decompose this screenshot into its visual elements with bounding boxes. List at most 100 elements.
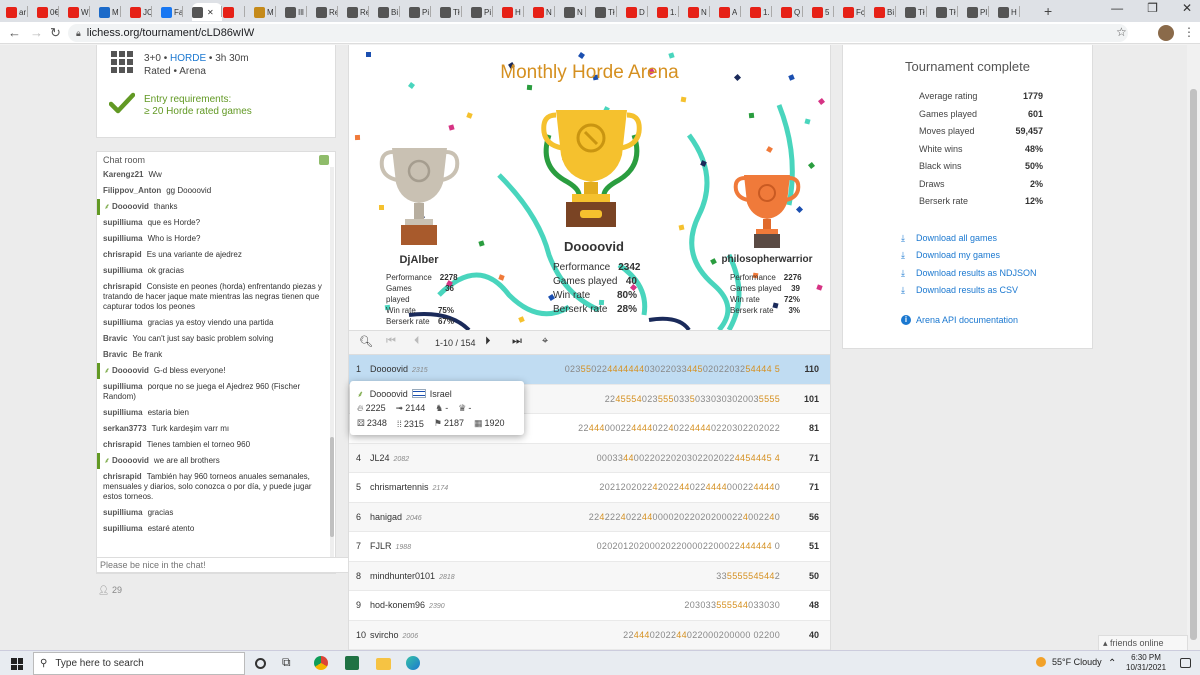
- chat-username[interactable]: supilliuma: [103, 266, 143, 275]
- browser-tab[interactable]: D: [626, 3, 648, 21]
- chat-username[interactable]: chrisrapid: [103, 250, 142, 259]
- browser-tab[interactable]: Tł: [440, 3, 462, 21]
- chat-toggle[interactable]: [319, 155, 329, 165]
- cortana-icon[interactable]: [255, 658, 266, 669]
- browser-tab[interactable]: N: [688, 3, 710, 21]
- my-position-icon[interactable]: ⌖: [542, 335, 548, 348]
- variant-link[interactable]: HORDE: [170, 53, 206, 64]
- back-icon[interactable]: ←: [8, 25, 21, 40]
- chat-username[interactable]: supilliuma: [103, 318, 143, 327]
- chat-username[interactable]: Doooovid: [112, 202, 149, 211]
- reload-icon[interactable]: ↻: [50, 25, 61, 41]
- page-scrollbar[interactable]: [1187, 45, 1200, 650]
- browser-tab[interactable]: Fc: [843, 3, 865, 21]
- download-link[interactable]: ⤓ Download all games: [901, 230, 1037, 247]
- chat-username[interactable]: Doooovid: [112, 366, 149, 375]
- chat-username[interactable]: Filippov_Anton: [103, 186, 161, 195]
- chat-username[interactable]: Doooovid: [112, 456, 149, 465]
- standings-row[interactable]: 5 chrismartennis 2174 202120202242022440224…: [349, 473, 830, 503]
- row-player[interactable]: JL24 2082: [370, 453, 409, 463]
- chat-username[interactable]: supilliuma: [103, 408, 143, 417]
- browser-tab[interactable]: Bi: [378, 3, 400, 21]
- browser-tab[interactable]: W: [68, 3, 90, 21]
- browser-tab[interactable]: Tł: [936, 3, 958, 21]
- last-page-icon[interactable]: ⏭︎: [512, 335, 522, 348]
- browser-tab[interactable]: Tł: [905, 3, 927, 21]
- minimize-icon[interactable]: —: [1111, 1, 1123, 15]
- player-name[interactable]: hanigad: [370, 512, 402, 522]
- first-page-icon[interactable]: ⏮︎: [386, 335, 396, 348]
- player-name[interactable]: JL24: [370, 453, 390, 463]
- browser-tab[interactable]: [223, 3, 245, 21]
- browser-tab[interactable]: Pi: [471, 3, 493, 21]
- browser-tab[interactable]: 5: [812, 3, 834, 21]
- browser-tab[interactable]: JC: [130, 3, 152, 21]
- browser-tab[interactable]: A: [719, 3, 741, 21]
- browser-tab[interactable]: 0€: [37, 3, 59, 21]
- weather-widget[interactable]: 55°F Cloudy: [1036, 657, 1102, 667]
- chat-input[interactable]: [96, 557, 350, 573]
- windows-start-icon[interactable]: [11, 658, 23, 670]
- chat-username[interactable]: supilliuma: [103, 382, 143, 391]
- file-explorer-icon[interactable]: [376, 658, 391, 670]
- browser-tab[interactable]: Tł: [595, 3, 617, 21]
- row-player[interactable]: mindhunter0101 2818: [370, 571, 455, 581]
- browser-tab[interactable]: M: [99, 3, 121, 21]
- standings-row[interactable]: 7 FJLR 1988 0202012020002022000022000224444…: [349, 532, 830, 562]
- browser-tab[interactable]: Bi: [874, 3, 896, 21]
- next-page-icon[interactable]: ⏵︎: [485, 335, 491, 348]
- download-link[interactable]: ⤓ Download my games: [901, 247, 1037, 264]
- browser-tab[interactable]: N: [564, 3, 586, 21]
- close-window-icon[interactable]: ✕: [1182, 1, 1192, 15]
- browser-tab[interactable]: Pi: [409, 3, 431, 21]
- chat-username[interactable]: supilliuma: [103, 234, 143, 243]
- third-place-name[interactable]: philosopherwarrior: [712, 254, 822, 265]
- player-name[interactable]: chrismartennis: [370, 482, 429, 492]
- browser-tab[interactable]: Pl: [967, 3, 989, 21]
- excel-icon[interactable]: [345, 656, 359, 670]
- browser-tab[interactable]: H: [998, 3, 1020, 21]
- chat-username[interactable]: Bravic: [103, 334, 127, 343]
- player-name[interactable]: Doooovid: [370, 364, 408, 374]
- chat-scrollbar[interactable]: [330, 167, 334, 572]
- bookmark-star-icon[interactable]: ☆: [1116, 25, 1127, 39]
- download-link[interactable]: ⤓ Download results as CSV: [901, 282, 1037, 299]
- standings-row[interactable]: 9 hod-konem96 2390 203033555544033030 48: [349, 591, 830, 621]
- browser-tab[interactable]: Re: [347, 3, 369, 21]
- tab-close-icon[interactable]: ✕: [207, 8, 214, 17]
- row-player[interactable]: hanigad 2046: [370, 512, 422, 522]
- page-scroll-thumb[interactable]: [1190, 89, 1197, 640]
- player-name[interactable]: mindhunter0101: [370, 571, 435, 581]
- url-field[interactable]: 🔒︎ lichess.org/tournament/cLD86wIW: [68, 24, 1128, 42]
- row-player[interactable]: svircho 2006: [370, 630, 418, 640]
- notification-icon[interactable]: [1180, 658, 1191, 668]
- browser-tab[interactable]: ✕: [192, 3, 222, 21]
- player-name[interactable]: hod-konem96: [370, 600, 425, 610]
- row-player[interactable]: chrismartennis 2174: [370, 482, 448, 492]
- browser-tab[interactable]: ar: [6, 3, 28, 21]
- friends-online-box[interactable]: ▴ friends online: [1098, 635, 1188, 650]
- chat-username[interactable]: Bravic: [103, 350, 127, 359]
- forward-icon[interactable]: →: [30, 25, 43, 40]
- powertip-name[interactable]: Doooovid: [370, 389, 408, 399]
- browser-tab[interactable]: 1.: [657, 3, 679, 21]
- taskbar-search[interactable]: ⚲ Type here to search: [33, 652, 245, 675]
- edge-icon[interactable]: [406, 656, 420, 670]
- player-name[interactable]: FJLR: [370, 541, 392, 551]
- row-player[interactable]: FJLR 1988: [370, 541, 411, 551]
- browser-menu-icon[interactable]: ⋮: [1183, 25, 1195, 39]
- chat-username[interactable]: supilliuma: [103, 508, 143, 517]
- browser-tab[interactable]: Re: [316, 3, 338, 21]
- browser-tab[interactable]: N: [533, 3, 555, 21]
- standings-row[interactable]: 10 svircho 2006 224440202244022000200000 02…: [349, 620, 830, 650]
- browser-tab[interactable]: Fa: [161, 3, 183, 21]
- browser-tab[interactable]: Q: [781, 3, 803, 21]
- chat-username[interactable]: chrisrapid: [103, 440, 142, 449]
- api-doc-link[interactable]: i Arena API documentation: [901, 315, 1018, 325]
- system-tray[interactable]: ⌃: [1108, 658, 1116, 669]
- browser-tab[interactable]: 1.: [750, 3, 772, 21]
- new-tab-button[interactable]: +: [1044, 3, 1052, 19]
- chrome-icon[interactable]: [314, 656, 328, 670]
- profile-avatar[interactable]: [1158, 25, 1174, 41]
- chat-username[interactable]: chrisrapid: [103, 282, 142, 291]
